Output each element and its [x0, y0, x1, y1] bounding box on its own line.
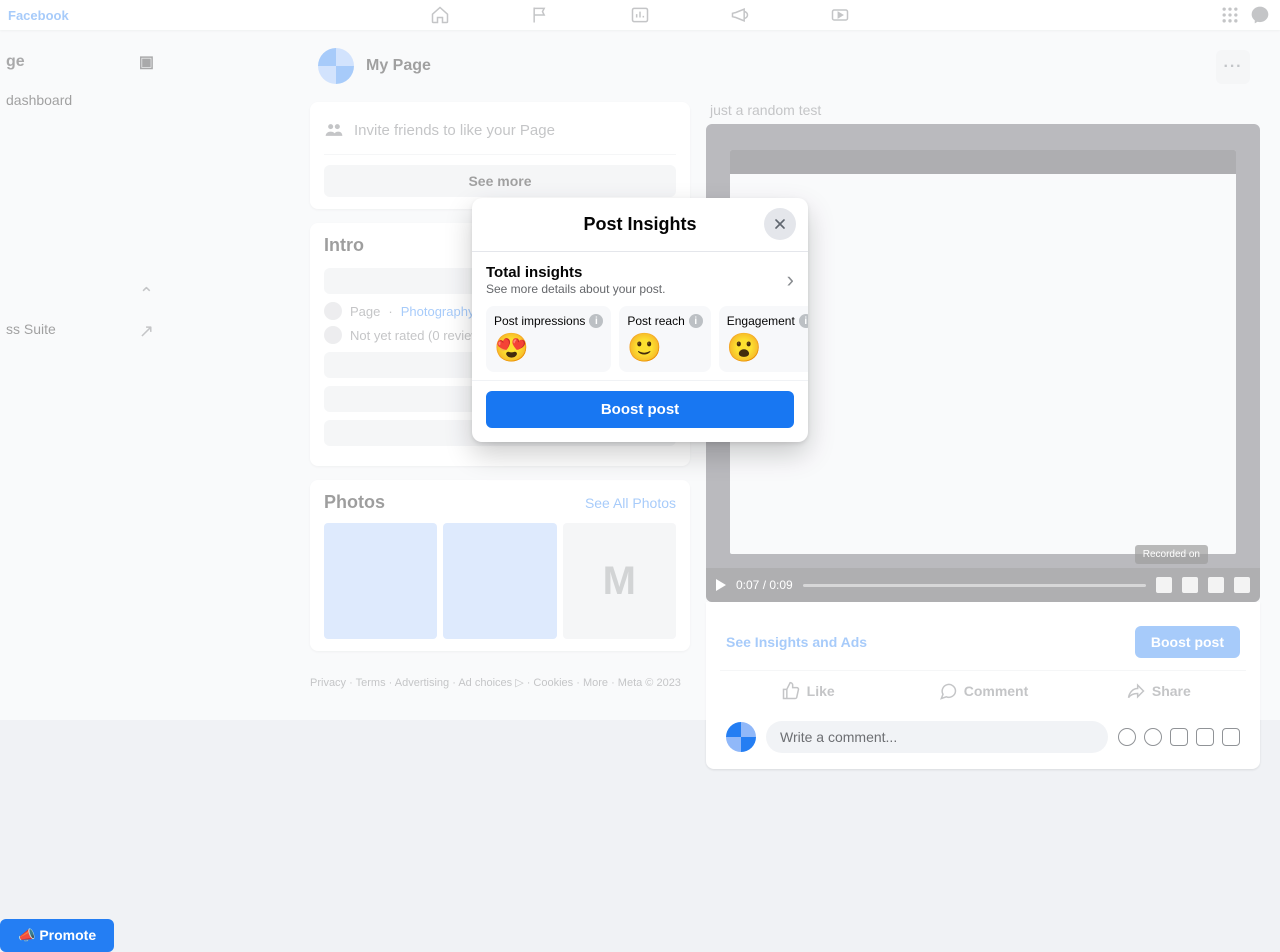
comment-avatar[interactable] [726, 722, 756, 752]
total-insights-row[interactable]: Total insights See more details about yo… [486, 264, 794, 296]
total-insights-heading: Total insights [486, 264, 665, 281]
emoji-wow: 😮 [727, 334, 762, 362]
emoji-icon[interactable] [1118, 728, 1136, 746]
chevron-right-icon: › [787, 267, 794, 293]
attach-icon[interactable] [1222, 728, 1240, 746]
metric-engagement[interactable]: Engagementi 😮 [719, 306, 808, 372]
modal-title: Post Insights [488, 214, 792, 235]
total-insights-sub: See more details about your post. [486, 282, 665, 296]
gif-icon[interactable] [1196, 728, 1214, 746]
info-icon[interactable]: i [799, 314, 808, 328]
comment-input[interactable]: Write a comment... [766, 721, 1108, 753]
close-button[interactable] [764, 208, 796, 240]
camera-icon[interactable] [1170, 728, 1188, 746]
metric-impressions[interactable]: Post impressionsi 😍 [486, 306, 611, 372]
emoji-heart-eyes: 😍 [494, 334, 529, 362]
emoji-smile: 🙂 [627, 334, 662, 362]
promote-button[interactable]: 📣 Promote [0, 919, 114, 952]
modal-backdrop[interactable]: Post Insights Total insights See more de… [0, 0, 1280, 720]
close-icon [772, 216, 788, 232]
metric-reach[interactable]: Post reachi 🙂 [619, 306, 710, 372]
post-insights-modal: Post Insights Total insights See more de… [472, 198, 808, 442]
info-icon[interactable]: i [689, 314, 703, 328]
sticker-icon[interactable] [1144, 728, 1162, 746]
info-icon[interactable]: i [589, 314, 603, 328]
boost-post-button[interactable]: Boost post [486, 391, 794, 428]
